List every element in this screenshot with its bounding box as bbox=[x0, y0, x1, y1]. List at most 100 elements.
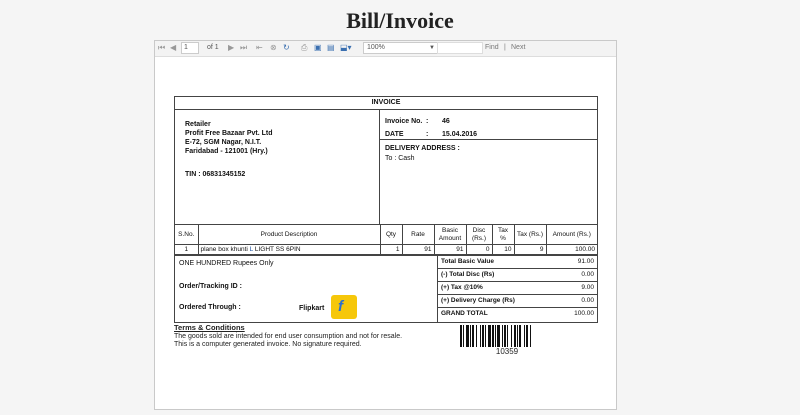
column-header: Tax % bbox=[491, 225, 515, 245]
next-link[interactable]: Next bbox=[511, 43, 525, 53]
totals-value: 9.00 bbox=[581, 284, 594, 291]
page-count: of 1 bbox=[207, 44, 219, 51]
totals-row: (+) Tax @10% 9.00 bbox=[438, 282, 597, 295]
barcode-bar bbox=[480, 325, 481, 347]
invoice-date: 15.04.2016 bbox=[442, 131, 478, 138]
chevron-down-icon: ▼ bbox=[429, 45, 435, 51]
terms-and-conditions: Terms & Conditions The goods sold are in… bbox=[174, 323, 403, 350]
last-page-icon[interactable]: ⏭ bbox=[240, 43, 247, 53]
totals-label: (+) Delivery Charge (Rs) bbox=[441, 297, 515, 304]
totals-label: (+) Tax @10% bbox=[441, 284, 483, 291]
totals-label: (-) Total Disc (Rs) bbox=[441, 271, 495, 278]
table-row: 1 plane box khunti L LIGHT SS 6PIN 1 91 … bbox=[175, 244, 597, 255]
cell-discount: 0 bbox=[465, 244, 493, 255]
column-header: S.No. bbox=[175, 225, 199, 245]
terms-line: The goods sold are intended for end user… bbox=[174, 332, 403, 340]
invoice-meta: Invoice No. : 46 DATE : 15.04.2016 bbox=[380, 110, 597, 140]
invoice-number-colon: : bbox=[426, 118, 429, 125]
refresh-icon[interactable]: ↻ bbox=[283, 43, 290, 53]
export-icon[interactable]: ⬓▾ bbox=[340, 43, 352, 53]
page-number-input[interactable]: 1 bbox=[181, 42, 199, 54]
items-table: S.No. Product Description Qty Rate Basic… bbox=[175, 225, 597, 255]
column-header: Qty bbox=[379, 225, 403, 245]
barcode-bar bbox=[488, 325, 491, 347]
terms-heading: Terms & Conditions bbox=[174, 323, 245, 332]
barcode-bar bbox=[482, 325, 484, 347]
barcode-bar bbox=[485, 325, 486, 347]
find-input[interactable] bbox=[437, 42, 483, 54]
amount-in-words: ONE HUNDRED Rupees Only bbox=[179, 260, 274, 267]
items-header-row: S.No. Product Description Qty Rate Basic… bbox=[175, 225, 597, 245]
barcode-bar bbox=[519, 325, 521, 347]
column-header: Basic Amount bbox=[433, 225, 467, 245]
back-icon[interactable]: ⇤ bbox=[256, 43, 263, 53]
delivery-address: DELIVERY ADDRESS : To : Cash bbox=[380, 140, 597, 168]
totals-value: 0.00 bbox=[581, 271, 594, 278]
description-text: plane box khunti bbox=[200, 246, 250, 253]
toolbar-separator: | bbox=[504, 44, 506, 51]
barcode-bar bbox=[466, 325, 469, 347]
invoice-number-label: Invoice No. bbox=[385, 118, 423, 125]
cell-description: plane box khunti L LIGHT SS 6PIN bbox=[197, 244, 381, 255]
cell-basic-amount: 91 bbox=[433, 244, 467, 255]
first-page-icon[interactable]: ⏮ bbox=[158, 43, 165, 53]
totals-value: 0.00 bbox=[581, 297, 594, 304]
page-title: Bill/Invoice bbox=[346, 8, 454, 33]
barcode-bar bbox=[463, 325, 464, 347]
totals-row: (-) Total Disc (Rs) 0.00 bbox=[438, 269, 597, 282]
retailer-block: Retailer Profit Free Bazaar Pvt. Ltd E-7… bbox=[175, 110, 380, 224]
barcode-number: 10359 bbox=[495, 347, 519, 356]
totals-row: Total Basic Value 91.00 bbox=[438, 256, 597, 269]
barcode-bar bbox=[514, 325, 516, 347]
retailer-label: Retailer bbox=[185, 121, 211, 128]
column-header: Rate bbox=[401, 225, 435, 245]
grand-total-value: 100.00 bbox=[574, 310, 594, 317]
barcode-bar bbox=[530, 325, 531, 347]
barcode-bar bbox=[504, 325, 506, 347]
barcode-bar bbox=[502, 325, 503, 347]
zoom-value: 100% bbox=[367, 44, 385, 51]
retailer-tin: TIN : 06831345152 bbox=[185, 171, 246, 178]
ordered-through-value: Flipkart bbox=[299, 305, 325, 312]
totals-table: Total Basic Value 91.00 (-) Total Disc (R… bbox=[438, 256, 597, 322]
cell-tax-amount: 9 bbox=[513, 244, 547, 255]
delivery-address-to: To : Cash bbox=[385, 155, 415, 162]
barcode-bar bbox=[472, 325, 474, 347]
barcode-bar bbox=[470, 325, 471, 347]
barcode-bar bbox=[495, 325, 496, 347]
barcode-bar bbox=[526, 325, 528, 347]
invoice-heading: INVOICE bbox=[175, 97, 597, 110]
page-setup-icon[interactable]: ▣ bbox=[314, 43, 322, 53]
barcode-bar bbox=[524, 325, 525, 347]
totals-row: (+) Delivery Charge (Rs) 0.00 bbox=[438, 295, 597, 308]
ordered-through-label: Ordered Through : bbox=[179, 304, 241, 311]
layout-icon[interactable]: ▤ bbox=[327, 43, 335, 53]
description-text: LIGHT SS 6PIN bbox=[253, 246, 301, 253]
column-header: Amount (Rs.) bbox=[545, 225, 597, 245]
zoom-select[interactable]: 100% ▼ bbox=[363, 42, 440, 54]
stop-icon[interactable]: ⊗ bbox=[270, 43, 277, 53]
totals-value: 91.00 bbox=[577, 258, 594, 265]
invoice: INVOICE Retailer Profit Free Bazaar Pvt.… bbox=[174, 96, 598, 323]
column-header: Tax (Rs.) bbox=[513, 225, 547, 245]
totals-row: GRAND TOTAL 100.00 bbox=[438, 308, 597, 322]
print-icon[interactable]: ⎙ bbox=[301, 43, 307, 53]
retailer-address-line2: Faridabad - 121001 (Hry.) bbox=[185, 148, 268, 155]
barcode-bar bbox=[497, 325, 500, 347]
barcode-bar bbox=[507, 325, 508, 347]
barcode-bar bbox=[517, 325, 518, 347]
cell-rate: 91 bbox=[401, 244, 435, 255]
barcode-bar bbox=[492, 325, 494, 347]
terms-line: This is a computer generated invoice. No… bbox=[174, 341, 362, 348]
flipkart-logo-icon: f bbox=[331, 295, 357, 319]
barcode-icon bbox=[460, 325, 531, 347]
next-page-icon[interactable]: ▶ bbox=[228, 43, 234, 53]
amount-section: ONE HUNDRED Rupees Only Order/Tracking I… bbox=[175, 256, 438, 322]
previous-page-icon[interactable]: ◀ bbox=[170, 43, 176, 53]
find-link[interactable]: Find bbox=[485, 43, 499, 53]
retailer-address-line1: E-72, SGM Nagar, N.I.T. bbox=[185, 139, 262, 146]
cell-amount: 100.00 bbox=[545, 244, 597, 255]
retailer-name: Profit Free Bazaar Pvt. Ltd bbox=[185, 130, 273, 137]
delivery-address-label: DELIVERY ADDRESS : bbox=[385, 145, 460, 152]
barcode-bar bbox=[476, 325, 477, 347]
